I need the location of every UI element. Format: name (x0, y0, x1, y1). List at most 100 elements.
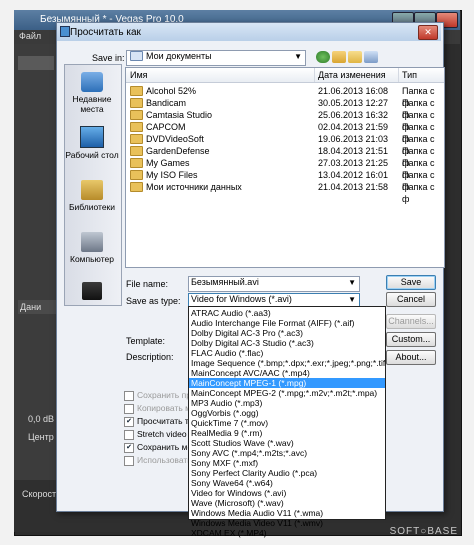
dropdown-option[interactable]: MP3 Audio (*.mp3) (189, 398, 385, 408)
recent-places-icon (81, 72, 103, 92)
dialog-title: Просчитать как (70, 27, 141, 38)
dialog-close-button[interactable]: ✕ (418, 25, 438, 40)
file-date: 18.04.2013 21:51 (318, 146, 389, 156)
new-folder-icon[interactable] (348, 51, 362, 63)
dropdown-option[interactable]: Dolby Digital AC-3 Pro (*.ac3) (189, 328, 385, 338)
file-list[interactable]: Имя Дата изменения Тип Alcohol 52% 21.06.… (125, 67, 445, 268)
dropdown-option[interactable]: Windows Media Video V11 (*.wmv) (189, 518, 385, 528)
up-folder-icon[interactable] (332, 51, 346, 63)
column-type[interactable]: Тип (398, 68, 444, 82)
file-row[interactable]: Bandicam 30.05.2013 12:27 Папка с ф (126, 97, 444, 120)
folder-icon (130, 50, 143, 61)
channels-button[interactable]: Channels... (386, 314, 436, 329)
file-row[interactable]: My Games 27.03.2013 21:25 Папка с ф (126, 157, 444, 180)
file-row[interactable]: Alcohol 52% 21.06.2013 16:08 Папка с ф (126, 85, 444, 108)
menu-file[interactable]: Файл (19, 31, 41, 41)
checkbox-checked-icon (124, 442, 134, 453)
description-label: Description: (126, 352, 174, 362)
save-button[interactable]: Save (386, 275, 436, 290)
checkbox-checked-icon (124, 416, 134, 427)
chevron-down-icon: ▼ (348, 295, 356, 304)
custom-button[interactable]: Custom... (386, 332, 436, 347)
option-label: Копировать ме (137, 403, 196, 413)
about-button[interactable]: About... (386, 350, 436, 365)
dropdown-option[interactable]: Sony Wave64 (*.w64) (189, 478, 385, 488)
place-libraries[interactable]: Библиотеки (64, 180, 120, 212)
dropdown-option[interactable]: Image Sequence (*.bmp;*.dpx;*.exr;*.jpeg… (189, 358, 385, 368)
save-in-combo[interactable]: Мои документы ▼ (126, 50, 306, 66)
cancel-button[interactable]: Cancel (386, 292, 436, 307)
computer-icon (81, 232, 103, 252)
checkbox-icon (124, 403, 134, 414)
libraries-icon (81, 180, 103, 200)
file-name: My Games (146, 158, 190, 168)
back-icon[interactable] (316, 51, 330, 63)
dropdown-option[interactable]: MainConcept MPEG-1 (*.mpg) (189, 378, 385, 388)
place-computer-label: Компьютер (70, 254, 114, 264)
place-desktop-label: Рабочий стол (65, 150, 119, 160)
dropdown-option[interactable]: ATRAC Audio (*.aa3) (189, 308, 385, 318)
folder-icon (130, 157, 143, 168)
dropdown-option[interactable]: XDCAM EX (*.MP4) (189, 528, 385, 538)
file-date: 02.04.2013 21:59 (318, 122, 389, 132)
column-date[interactable]: Дата изменения (314, 68, 399, 82)
dropdown-option[interactable]: QuickTime 7 (*.mov) (189, 418, 385, 428)
file-row[interactable]: GardenDefense 18.04.2013 21:51 Папка с ф (126, 145, 444, 168)
place-computer[interactable]: Компьютер (64, 232, 120, 264)
folder-icon (130, 97, 143, 108)
file-date: 19.06.2013 21:03 (318, 134, 389, 144)
place-recent-label: Недавние места (72, 94, 112, 114)
dropdown-option[interactable]: OggVorbis (*.ogg) (189, 408, 385, 418)
dropdown-option[interactable]: FLAC Audio (*.flac) (189, 348, 385, 358)
file-rows: Alcohol 52% 21.06.2013 16:08 Папка с ф Ban… (126, 85, 444, 204)
file-name: Bandicam (146, 98, 187, 108)
folder-icon (130, 109, 143, 120)
save-as-type-label: Save as type: (126, 296, 181, 306)
file-date: 30.05.2013 12:27 (318, 98, 389, 108)
file-type: Папка с ф (402, 182, 435, 204)
file-row[interactable]: My ISO Files 13.04.2012 16:01 Папка с ф (126, 169, 444, 192)
folder-icon (130, 145, 143, 156)
folder-icon (130, 133, 143, 144)
dropdown-option[interactable]: Scott Studios Wave (*.wav) (189, 438, 385, 448)
file-row[interactable]: Camtasia Studio 25.06.2013 16:32 Папка с ф (126, 109, 444, 132)
file-name: CAPCOM (146, 122, 186, 132)
file-name: Мои источники данных (146, 182, 242, 192)
dropdown-option[interactable]: Windows Media Audio V11 (*.wma) (189, 508, 385, 518)
file-name-input[interactable]: Безымянный.avi ▼ (188, 276, 360, 292)
dropdown-option[interactable]: MainConcept AVC/AAC (*.mp4) (189, 368, 385, 378)
dropdown-option[interactable]: Sony MXF (*.mxf) (189, 458, 385, 468)
dropdown-option[interactable]: Wave (Microsoft) (*.wav) (189, 498, 385, 508)
file-date: 21.04.2013 21:58 (318, 182, 389, 192)
dropdown-option[interactable]: Sony Perfect Clarity Audio (*.pca) (189, 468, 385, 478)
side-label: Дани (18, 300, 56, 314)
place-network[interactable] (64, 282, 120, 302)
checkbox-icon (124, 429, 134, 440)
file-name-label: File name: (126, 279, 169, 289)
place-desktop[interactable]: Рабочий стол (62, 126, 122, 160)
folder-icon (130, 181, 143, 192)
level-center: Центр (28, 432, 54, 442)
checkbox-icon (124, 455, 134, 466)
file-row[interactable]: DVDVideoSoft 19.06.2013 21:03 Папка с ф (126, 133, 444, 156)
dropdown-option[interactable]: RealMedia 9 (*.rm) (189, 428, 385, 438)
folder-icon (130, 85, 143, 96)
file-name-value: Безымянный.avi (191, 277, 259, 287)
place-recent[interactable]: Недавние места (64, 72, 120, 114)
dropdown-option[interactable]: Video for Windows (*.avi) (189, 488, 385, 498)
dropdown-option[interactable]: MainConcept MPEG-2 (*.mpg;*.m2v;*.m2t;*.… (189, 388, 385, 398)
file-name: GardenDefense (146, 146, 210, 156)
file-name: My ISO Files (146, 170, 198, 180)
file-row[interactable]: Мои источники данных 21.04.2013 21:58 Папк… (126, 181, 444, 204)
checkbox-icon (124, 390, 134, 401)
file-row[interactable]: CAPCOM 02.04.2013 21:59 Папка с ф (126, 121, 444, 144)
vegas-left-panel (14, 44, 60, 514)
view-menu-icon[interactable] (364, 51, 378, 63)
save-as-type-dropdown[interactable]: ATRAC Audio (*.aa3) Audio Interchange Fil… (188, 306, 386, 538)
column-name[interactable]: Имя (126, 68, 315, 82)
dropdown-option[interactable]: Audio Interchange File Format (AIFF) (*.… (189, 318, 385, 328)
folder-icon (130, 169, 143, 180)
dropdown-option[interactable]: Sony AVC (*.mp4;*.m2ts;*.avc) (189, 448, 385, 458)
option-checkbox[interactable]: Копировать ме (124, 403, 196, 414)
dropdown-option[interactable]: Dolby Digital AC-3 Studio (*.ac3) (189, 338, 385, 348)
